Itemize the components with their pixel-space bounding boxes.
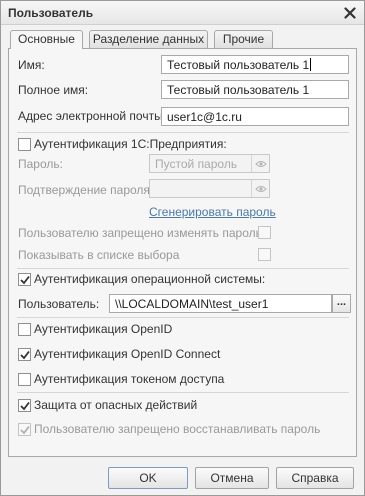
auth-1c-checkbox[interactable] — [18, 138, 31, 151]
auth-openid-checkbox[interactable] — [18, 323, 31, 336]
os-user-input[interactable]: \\LOCALDOMAIN\test_user1 — [109, 294, 332, 313]
auth-openid-connect-label: Аутентификация OpenID Connect — [34, 347, 221, 361]
name-value: Тестовый пользователь 1 — [167, 58, 310, 72]
window-title: Пользователь — [8, 6, 94, 20]
help-button[interactable]: Справка — [276, 467, 354, 489]
password-input[interactable]: Пустой пароль — [149, 154, 270, 173]
confirm-password-label: Подтверждение пароля: — [18, 183, 154, 197]
auth-os-checkbox[interactable] — [18, 273, 31, 286]
user-dialog: Пользователь Основные Разделение данных … — [0, 0, 365, 496]
separator — [17, 392, 349, 393]
show-password-button[interactable] — [251, 155, 269, 172]
separator — [17, 132, 349, 133]
tab-panel-main: Имя: Тестовый пользователь 1 Полное имя:… — [8, 48, 357, 457]
forbid-restore-checkbox[interactable] — [18, 423, 31, 436]
auth-token-checkbox[interactable] — [18, 373, 31, 386]
protection-checkbox[interactable] — [18, 399, 31, 412]
checkmark-icon — [19, 401, 30, 410]
select-user-button[interactable]: ... — [332, 294, 351, 313]
title-bar: Пользователь — [1, 1, 364, 25]
password-placeholder: Пустой пароль — [155, 157, 238, 171]
tab-main[interactable]: Основные — [10, 30, 83, 49]
show-in-list-label: Показывать в списке выбора — [18, 248, 180, 262]
close-button[interactable] — [341, 4, 359, 22]
email-input[interactable]: user1c@1c.ru — [161, 107, 349, 126]
forbid-change-label: Пользователю запрещено изменять пароль — [18, 226, 262, 240]
separator — [17, 317, 349, 318]
show-confirm-button[interactable] — [251, 180, 269, 197]
eye-icon — [254, 185, 267, 192]
name-label: Имя: — [18, 58, 45, 72]
checkmark-icon — [19, 350, 30, 359]
auth-openid-label: Аутентификация OpenID — [34, 322, 173, 336]
name-input[interactable]: Тестовый пользователь 1 — [161, 55, 349, 74]
cancel-button[interactable]: Отмена — [195, 467, 269, 489]
auth-os-label: Аутентификация операционной системы: — [34, 272, 266, 286]
text-caret — [310, 58, 312, 71]
auth-openid-connect-checkbox[interactable] — [18, 348, 31, 361]
os-user-label: Пользователь: — [18, 297, 100, 311]
fullname-input[interactable]: Тестовый пользователь 1 — [161, 80, 349, 99]
tab-other[interactable]: Прочие — [214, 30, 273, 48]
confirm-password-input[interactable] — [149, 179, 270, 198]
auth-1c-label: Аутентификация 1С:Предприятия: — [34, 137, 227, 151]
forbid-change-checkbox[interactable] — [258, 226, 271, 239]
protection-label: Защита от опасных действий — [34, 398, 198, 412]
auth-token-label: Аутентификация токеном доступа — [34, 372, 225, 386]
eye-icon — [254, 160, 267, 167]
checkmark-icon — [19, 425, 30, 434]
show-in-list-checkbox[interactable] — [258, 248, 271, 261]
password-label: Пароль: — [18, 157, 63, 171]
email-label: Адрес электронной почты: — [18, 109, 167, 123]
forbid-restore-label: Пользователю запрещено восстанавливать п… — [34, 422, 321, 436]
fullname-label: Полное имя: — [18, 83, 89, 97]
close-icon — [344, 7, 356, 19]
separator — [17, 268, 349, 269]
checkmark-icon — [19, 275, 30, 284]
generate-password-link[interactable]: Сгенерировать пароль — [149, 205, 276, 219]
ok-button[interactable]: OK — [108, 467, 188, 489]
tab-data-separation[interactable]: Разделение данных — [89, 30, 208, 48]
